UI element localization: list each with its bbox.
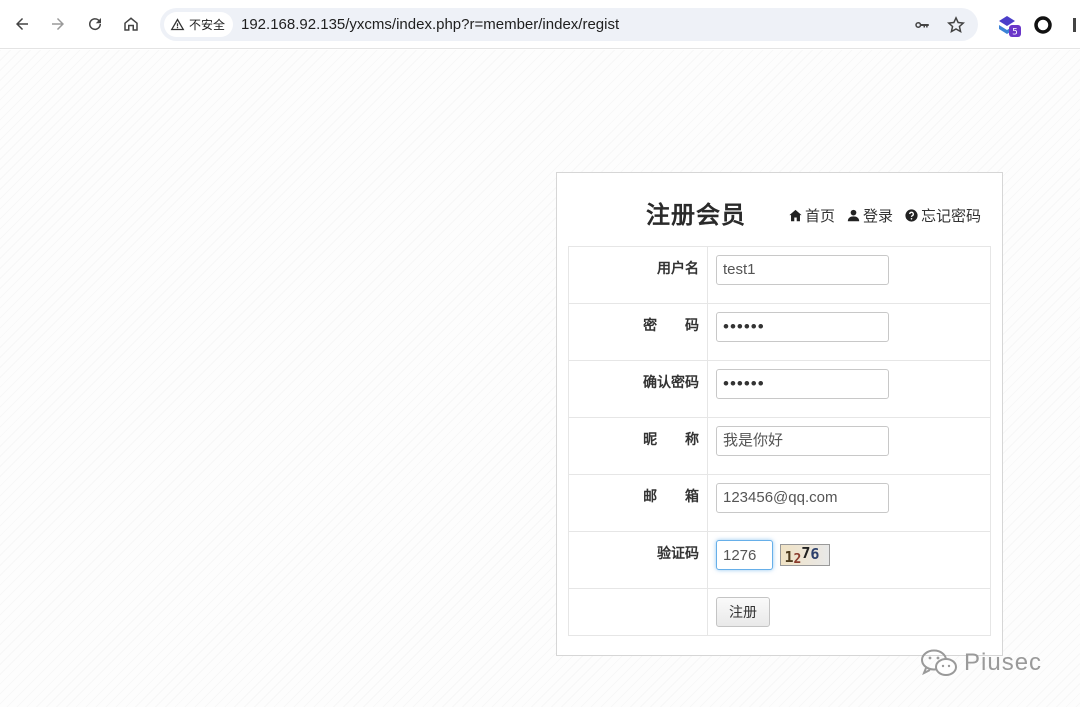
username-row: 用户名 test1	[568, 246, 991, 304]
ring-icon	[1034, 16, 1052, 34]
login-link[interactable]: 登录	[847, 205, 893, 226]
email-row: 邮 箱 123456@qq.com	[568, 474, 991, 532]
nickname-label: 昵 称	[643, 431, 711, 447]
password-label: 密 码	[643, 317, 711, 333]
url-text[interactable]: 192.168.92.135/yxcms/index.php?r=member/…	[241, 8, 619, 41]
top-links: 首页 登录 忘记密码	[789, 205, 981, 226]
reload-icon	[89, 18, 102, 31]
forgot-password-link[interactable]: 忘记密码	[905, 205, 981, 226]
watermark: Piusec	[920, 648, 1042, 678]
submit-row: 注册	[568, 588, 991, 636]
profile-extension-button[interactable]	[1030, 12, 1056, 38]
register-panel: 注册会员 首页 登录 忘记密码 用户名 test1 密 码 •••••• 确认密…	[556, 172, 1003, 656]
nickname-input[interactable]: 我是你好	[716, 426, 889, 456]
bookmark-star-button[interactable]	[946, 15, 966, 35]
warning-triangle-icon	[170, 18, 185, 31]
page-background: 注册会员 首页 登录 忘记密码 用户名 test1 密 码 •••••• 确认密…	[0, 50, 1080, 707]
home-button[interactable]	[119, 12, 143, 36]
user-icon	[847, 209, 860, 222]
forward-button[interactable]	[46, 12, 70, 36]
back-button[interactable]	[10, 12, 34, 36]
email-input[interactable]: 123456@qq.com	[716, 483, 889, 513]
wechat-icon	[921, 649, 957, 676]
register-submit-button[interactable]: 注册	[716, 597, 770, 627]
toolbar-overflow-edge	[1066, 12, 1080, 38]
home-link[interactable]: 首页	[789, 205, 835, 226]
arrow-right-icon	[52, 18, 64, 30]
password-key-button[interactable]	[912, 15, 932, 35]
watermark-text: Piusec	[964, 649, 1043, 676]
page-title: 注册会员	[646, 202, 746, 229]
address-bar[interactable]: 不安全 192.168.92.135/yxcms/index.php?r=mem…	[160, 8, 978, 41]
extension-badge: 5	[1012, 28, 1018, 38]
home-icon	[789, 209, 802, 222]
browser-toolbar: 不安全 192.168.92.135/yxcms/index.php?r=mem…	[0, 0, 1080, 49]
captcha-char: 6	[810, 545, 820, 563]
password-input[interactable]: ••••••	[716, 312, 889, 342]
extension-icon: 5	[999, 16, 1021, 38]
star-icon	[947, 16, 965, 33]
question-circle-icon	[905, 209, 918, 222]
arrow-left-icon	[16, 18, 28, 30]
username-label: 用户名	[568, 246, 708, 304]
password-row: 密 码 ••••••	[568, 303, 991, 361]
captcha-image[interactable]: 1276	[780, 544, 831, 567]
email-label: 邮 箱	[643, 488, 711, 504]
extension-button[interactable]: 5	[996, 12, 1022, 38]
captcha-char: 7	[801, 544, 811, 562]
extension-partial-icon	[1073, 18, 1076, 32]
confirm-password-label: 确认密码	[568, 360, 708, 418]
confirm-password-input[interactable]: ••••••	[716, 369, 889, 399]
captcha-row: 验证码 1276	[568, 531, 991, 589]
home-link-label: 首页	[805, 208, 836, 225]
username-input[interactable]: test1	[716, 255, 889, 285]
captcha-label: 验证码	[568, 531, 708, 589]
key-icon	[915, 21, 929, 28]
register-form-table: 用户名 test1 密 码 •••••• 确认密码 •••••• 昵 称 我是你…	[568, 246, 991, 636]
confirm-password-row: 确认密码 ••••••	[568, 360, 991, 418]
reload-button[interactable]	[83, 12, 107, 36]
security-label: 不安全	[189, 18, 226, 32]
forgot-password-label: 忘记密码	[921, 208, 982, 225]
security-chip[interactable]: 不安全	[164, 12, 234, 37]
captcha-input[interactable]	[716, 540, 773, 570]
home-icon	[124, 17, 138, 31]
nickname-row: 昵 称 我是你好	[568, 417, 991, 475]
empty-label-cell	[568, 588, 708, 636]
login-link-label: 登录	[863, 208, 894, 225]
